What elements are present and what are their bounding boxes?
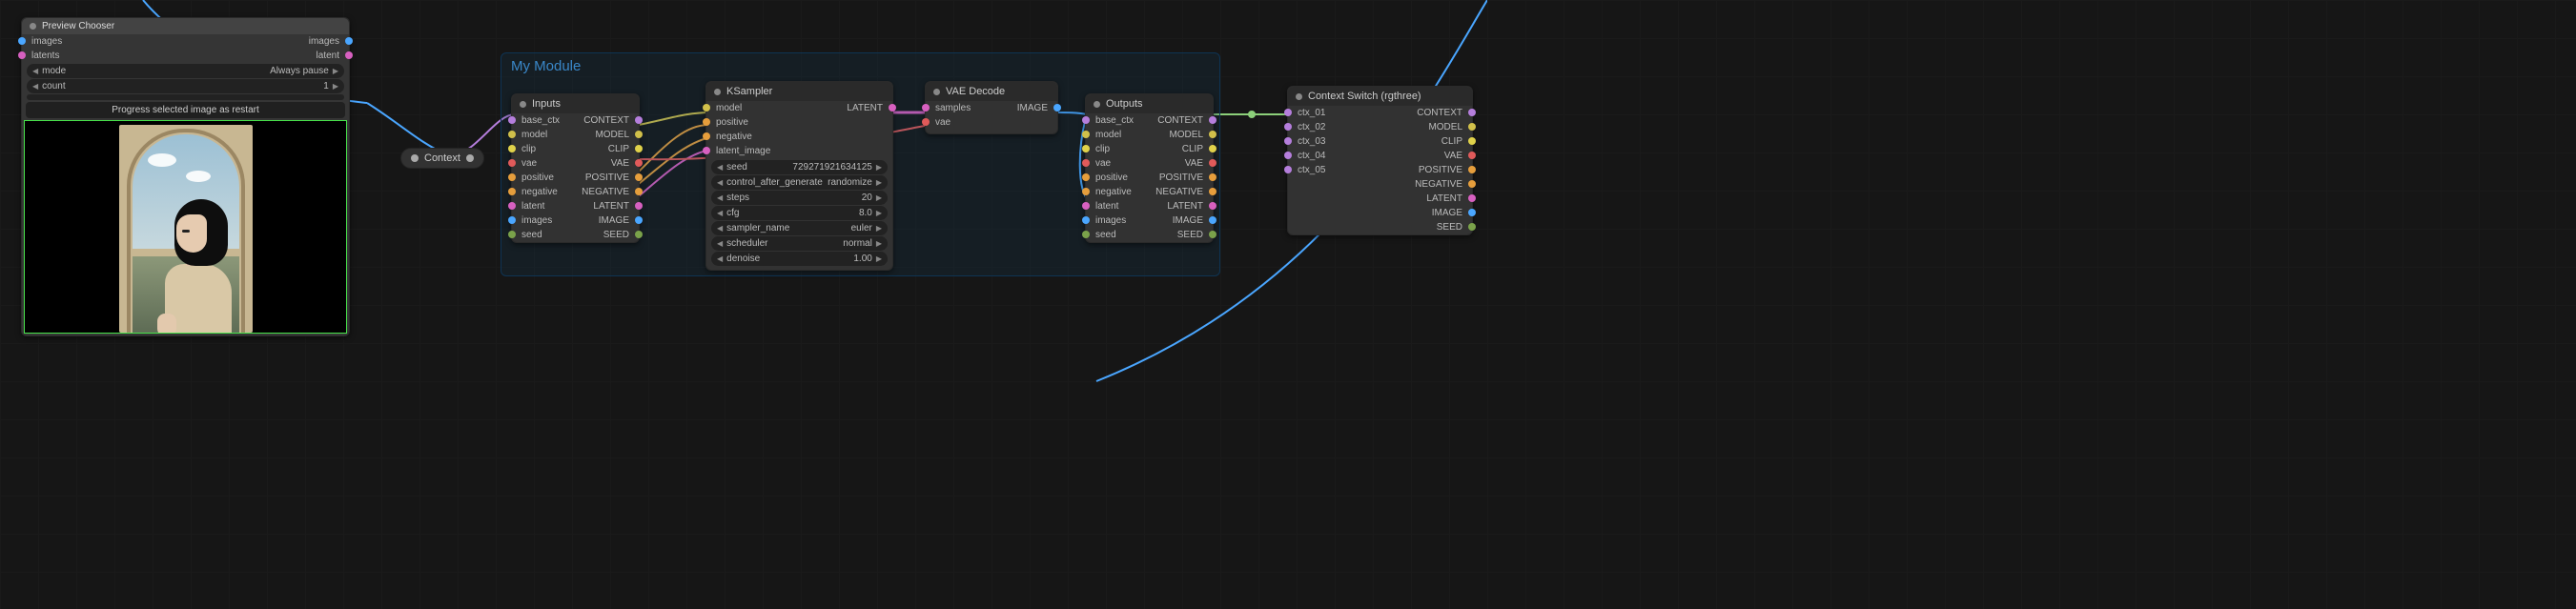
- slot-vae[interactable]: vae: [926, 115, 1057, 130]
- slot-latent[interactable]: latentLATENT: [512, 199, 639, 213]
- chevron-right-icon[interactable]: ▶: [876, 163, 882, 172]
- slot-clip[interactable]: clipCLIP: [512, 142, 639, 156]
- ctx-row-2[interactable]: ctx_03CLIP: [1288, 134, 1472, 149]
- chevron-left-icon[interactable]: ◀: [32, 82, 38, 91]
- chevron-right-icon[interactable]: ▶: [333, 67, 338, 75]
- slot-samples[interactable]: samples: [926, 101, 1057, 115]
- outputs-node[interactable]: Outputs base_ctxCONTEXTmodelMODELclipCLI…: [1085, 93, 1214, 243]
- ctx-row-8[interactable]: SEED: [1288, 220, 1472, 234]
- slot-negative[interactable]: negative: [706, 130, 892, 144]
- slot-vae[interactable]: vaeVAE: [512, 156, 639, 171]
- chevron-left-icon[interactable]: ◀: [717, 178, 723, 187]
- ctx-row-4[interactable]: ctx_05POSITIVE: [1288, 163, 1472, 177]
- widget-control_after_generate[interactable]: ◀control_after_generaterandomize▶: [711, 175, 888, 190]
- ctx-row-3[interactable]: ctx_04VAE: [1288, 149, 1472, 163]
- slot-images[interactable]: imagesIMAGE: [1086, 213, 1213, 228]
- ksampler-node[interactable]: KSampler LATENT modelpositivenegativelat…: [705, 81, 893, 271]
- context-label: Context: [424, 152, 460, 164]
- context-node[interactable]: Context: [400, 148, 484, 169]
- widget-steps[interactable]: ◀steps20▶: [711, 191, 888, 205]
- node-title[interactable]: Outputs: [1086, 94, 1213, 113]
- ctx-row-0[interactable]: ctx_01CONTEXT: [1288, 106, 1472, 120]
- ctx-row-5[interactable]: NEGATIVE: [1288, 177, 1472, 192]
- slot-model[interactable]: modelMODEL: [1086, 128, 1213, 142]
- slot-seed[interactable]: seedSEED: [512, 228, 639, 242]
- slot-seed[interactable]: seedSEED: [1086, 228, 1213, 242]
- slot-model[interactable]: model: [706, 101, 892, 115]
- inputs-node[interactable]: Inputs base_ctxCONTEXTmodelMODELclipCLIP…: [511, 93, 640, 243]
- count-widget[interactable]: ◀count1▶: [27, 79, 344, 93]
- widget-seed[interactable]: ◀seed729271921634125▶: [711, 160, 888, 174]
- widget-denoise[interactable]: ◀denoise1.00▶: [711, 252, 888, 266]
- node-title[interactable]: VAE Decode: [926, 82, 1057, 101]
- chevron-left-icon[interactable]: ◀: [717, 209, 723, 217]
- chevron-left-icon[interactable]: ◀: [717, 254, 723, 263]
- slot-latent[interactable]: latentLATENT: [1086, 199, 1213, 213]
- chevron-right-icon[interactable]: ▶: [876, 239, 882, 248]
- node-title[interactable]: Preview Chooser: [22, 18, 349, 34]
- chevron-right-icon[interactable]: ▶: [876, 178, 882, 187]
- spacer-widget: [27, 94, 344, 100]
- slot-positive[interactable]: positive: [706, 115, 892, 130]
- chevron-left-icon[interactable]: ◀: [717, 239, 723, 248]
- context-in-dot[interactable]: [411, 154, 419, 162]
- node-title[interactable]: Context Switch (rgthree): [1288, 87, 1472, 106]
- chevron-right-icon[interactable]: ▶: [876, 224, 882, 233]
- ctx-row-6[interactable]: LATENT: [1288, 192, 1472, 206]
- slot-images-in[interactable]: imagesimages: [22, 34, 349, 49]
- progress-selected-button[interactable]: Progress selected image as restart: [26, 102, 345, 118]
- slot-vae[interactable]: vaeVAE: [1086, 156, 1213, 171]
- chevron-left-icon[interactable]: ◀: [32, 67, 38, 75]
- chevron-left-icon[interactable]: ◀: [717, 193, 723, 202]
- slot-positive[interactable]: positivePOSITIVE: [512, 171, 639, 185]
- preview-image[interactable]: [24, 120, 347, 334]
- group-title[interactable]: My Module: [501, 53, 1219, 79]
- slot-negative[interactable]: negativeNEGATIVE: [512, 185, 639, 199]
- context-switch-node[interactable]: Context Switch (rgthree) ctx_01CONTEXTct…: [1287, 86, 1473, 235]
- chevron-right-icon[interactable]: ▶: [876, 209, 882, 217]
- chevron-left-icon[interactable]: ◀: [717, 163, 723, 172]
- ctx-row-7[interactable]: IMAGE: [1288, 206, 1472, 220]
- widget-cfg[interactable]: ◀cfg8.0▶: [711, 206, 888, 220]
- generated-image: [119, 125, 253, 333]
- widget-scheduler[interactable]: ◀schedulernormal▶: [711, 236, 888, 251]
- chevron-right-icon[interactable]: ▶: [333, 82, 338, 91]
- node-title[interactable]: Inputs: [512, 94, 639, 113]
- slot-base_ctx[interactable]: base_ctxCONTEXT: [512, 113, 639, 128]
- preview-chooser-node[interactable]: Preview Chooser imagesimages latentslate…: [21, 17, 350, 336]
- node-title[interactable]: KSampler: [706, 82, 892, 101]
- widget-sampler_name[interactable]: ◀sampler_nameeuler▶: [711, 221, 888, 235]
- slot-negative[interactable]: negativeNEGATIVE: [1086, 185, 1213, 199]
- slot-clip[interactable]: clipCLIP: [1086, 142, 1213, 156]
- slot-positive[interactable]: positivePOSITIVE: [1086, 171, 1213, 185]
- chevron-right-icon[interactable]: ▶: [876, 254, 882, 263]
- slot-images[interactable]: imagesIMAGE: [512, 213, 639, 228]
- chevron-left-icon[interactable]: ◀: [717, 224, 723, 233]
- slot-latent_image[interactable]: latent_image: [706, 144, 892, 158]
- slot-base_ctx[interactable]: base_ctxCONTEXT: [1086, 113, 1213, 128]
- vae-decode-node[interactable]: VAE Decode IMAGE samplesvae: [925, 81, 1058, 134]
- context-out-dot[interactable]: [466, 154, 474, 162]
- slot-latents-in[interactable]: latentslatent: [22, 49, 349, 63]
- ctx-row-1[interactable]: ctx_02MODEL: [1288, 120, 1472, 134]
- chevron-right-icon[interactable]: ▶: [876, 193, 882, 202]
- slot-model[interactable]: modelMODEL: [512, 128, 639, 142]
- mode-widget[interactable]: ◀modeAlways pause▶: [27, 64, 344, 78]
